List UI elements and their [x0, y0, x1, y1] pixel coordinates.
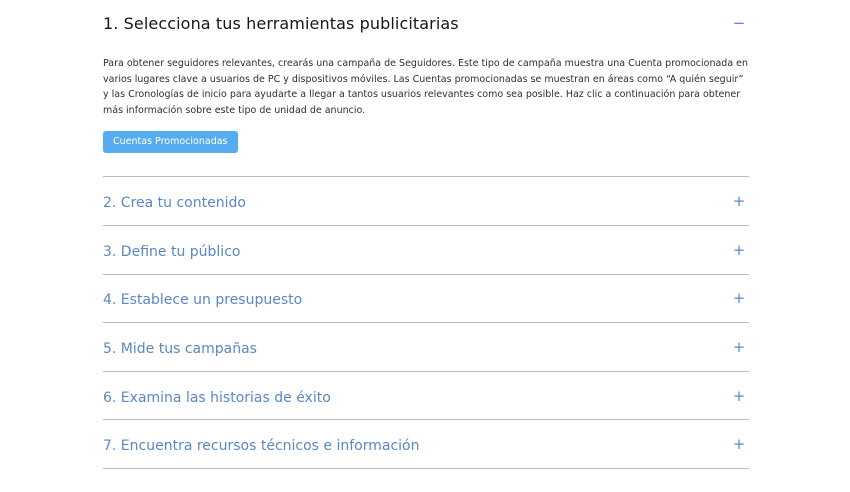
section-2-title: 2. Crea tu contenido: [103, 195, 246, 212]
expand-icon[interactable]: +: [727, 289, 751, 307]
section-3-title: 3. Define tu público: [103, 243, 241, 260]
section-5-row[interactable]: 5. Mide tus campañas +: [103, 323, 749, 372]
section-6-row[interactable]: 6. Examina las historias de éxito +: [103, 372, 749, 421]
section-4-title: 4. Establece un presupuesto: [103, 292, 303, 309]
expand-icon[interactable]: +: [727, 192, 751, 210]
section-1-title: 1. Selecciona tus herramientas publicita…: [103, 13, 459, 33]
promoted-accounts-button[interactable]: Cuentas Promocionadas: [103, 131, 238, 154]
section-7-row[interactable]: 7. Encuentra recursos técnicos e informa…: [103, 420, 749, 469]
collapse-icon[interactable]: −: [727, 14, 751, 32]
section-4-row[interactable]: 4. Establece un presupuesto +: [103, 275, 749, 324]
expand-icon[interactable]: +: [727, 338, 751, 356]
section-7-title: 7. Encuentra recursos técnicos e informa…: [103, 438, 420, 455]
expand-icon[interactable]: +: [727, 241, 751, 259]
section-1-description: Para obtener seguidores relevantes, crea…: [103, 58, 749, 116]
section-6-title: 6. Examina las historias de éxito: [103, 389, 331, 406]
expand-icon[interactable]: +: [727, 387, 751, 405]
section-1-header[interactable]: 1. Selecciona tus herramientas publicita…: [103, 0, 749, 46]
section-5-title: 5. Mide tus campañas: [103, 340, 257, 357]
expand-icon[interactable]: +: [727, 435, 751, 453]
section-3-row[interactable]: 3. Define tu público +: [103, 226, 749, 275]
steps-accordion: 1. Selecciona tus herramientas publicita…: [103, 0, 749, 469]
section-1-expanded: 1. Selecciona tus herramientas publicita…: [103, 0, 749, 154]
section-2-row[interactable]: 2. Crea tu contenido +: [103, 177, 749, 226]
